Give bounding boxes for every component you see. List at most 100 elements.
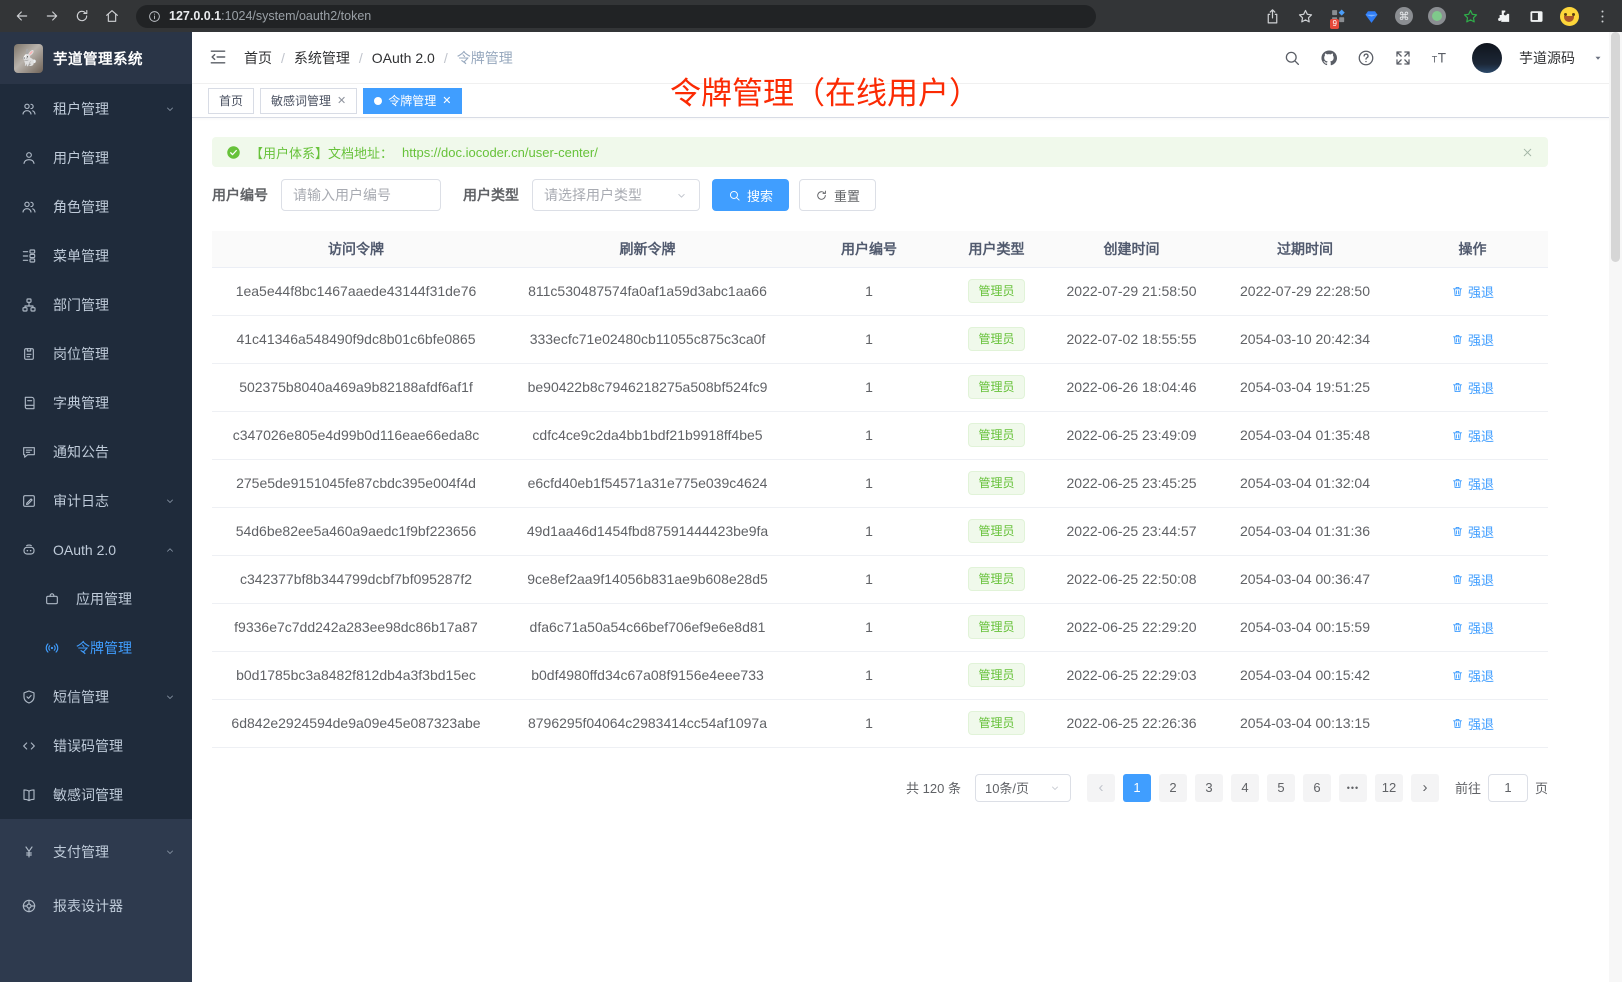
refresh-token-cell: cdfc4ce9c2da4bb1bdf21b9918ff4be5 bbox=[500, 411, 795, 459]
breadcrumb-separator: / bbox=[444, 50, 448, 66]
help-icon[interactable] bbox=[1355, 47, 1377, 69]
force-logout-button[interactable]: 强退 bbox=[1451, 714, 1494, 733]
tab-close-icon[interactable]: ✕ bbox=[337, 94, 346, 107]
app-logo[interactable]: 🐇 芋道管理系统 bbox=[0, 32, 192, 84]
star-extension-icon[interactable] bbox=[1460, 6, 1480, 26]
reset-button[interactable]: 重置 bbox=[799, 179, 876, 211]
sidebar-item-notice[interactable]: 通知公告 bbox=[0, 427, 192, 476]
gem-extension-icon[interactable] bbox=[1361, 6, 1381, 26]
extension-blocks-icon[interactable]: 9 bbox=[1328, 6, 1348, 26]
address-bar[interactable]: 127.0.0.1:1024/system/oauth2/token bbox=[136, 5, 1096, 28]
expire-time-cell: 2054-03-10 20:42:34 bbox=[1213, 315, 1397, 363]
sidebar-item-menu[interactable]: 菜单管理 bbox=[0, 231, 192, 280]
page-scrollbar[interactable] bbox=[1609, 32, 1622, 982]
breadcrumb-item[interactable]: 首页 bbox=[244, 48, 272, 68]
side-panel-icon[interactable] bbox=[1526, 6, 1546, 26]
user-type-cell: 管理员 bbox=[943, 699, 1050, 747]
site-info-icon[interactable] bbox=[148, 10, 161, 23]
sidebar-item-report-designer[interactable]: 报表设计器 bbox=[0, 879, 192, 933]
force-logout-button[interactable]: 强退 bbox=[1451, 666, 1494, 685]
page-button-5[interactable]: 5 bbox=[1267, 774, 1295, 802]
browser-reload-button[interactable] bbox=[70, 4, 94, 28]
token-icon bbox=[44, 640, 60, 656]
user-id-cell: 1 bbox=[795, 555, 943, 603]
force-logout-button[interactable]: 强退 bbox=[1451, 570, 1494, 589]
role-icon bbox=[21, 199, 37, 215]
table-row: 41c41346a548490f9dc8b01c6bfe0865333ecfc7… bbox=[212, 315, 1548, 363]
sidebar-item-audit-log[interactable]: 审计日志 bbox=[0, 476, 192, 525]
tab-令牌管理[interactable]: 令牌管理✕ bbox=[363, 88, 462, 114]
create-time-cell: 2022-06-26 18:04:46 bbox=[1050, 363, 1213, 411]
url-text: 127.0.0.1:1024/system/oauth2/token bbox=[169, 9, 371, 23]
user-avatar[interactable] bbox=[1472, 43, 1502, 73]
create-time-cell: 2022-06-25 22:26:36 bbox=[1050, 699, 1213, 747]
force-logout-button[interactable]: 强退 bbox=[1451, 378, 1494, 397]
sidebar-item-post[interactable]: 岗位管理 bbox=[0, 329, 192, 378]
command-extension-icon[interactable]: ⌘ bbox=[1394, 6, 1414, 26]
page-button-3[interactable]: 3 bbox=[1195, 774, 1223, 802]
font-size-icon[interactable]: TT bbox=[1429, 47, 1451, 69]
force-logout-button[interactable]: 强退 bbox=[1451, 522, 1494, 541]
sidebar-item-oauth[interactable]: OAuth 2.0 bbox=[0, 525, 192, 574]
user-type-badge: 管理员 bbox=[968, 663, 1024, 687]
sidebar-item-error-code[interactable]: 错误码管理 bbox=[0, 721, 192, 770]
table-row: 6d842e2924594de9a09e45e087323abe8796295f… bbox=[212, 699, 1548, 747]
prev-page-button[interactable]: ‹ bbox=[1087, 774, 1115, 802]
sidebar-item-sms[interactable]: 短信管理 bbox=[0, 672, 192, 721]
profile-avatar-icon[interactable] bbox=[1559, 6, 1579, 26]
page-button-2[interactable]: 2 bbox=[1159, 774, 1187, 802]
sidebar-item-oauth-token[interactable]: 令牌管理 bbox=[0, 623, 192, 672]
more-pages-button[interactable]: ••• bbox=[1339, 774, 1367, 802]
chevron-down-icon[interactable] bbox=[1592, 52, 1604, 64]
sidebar-item-dictionary[interactable]: 字典管理 bbox=[0, 378, 192, 427]
audit-log-icon bbox=[21, 493, 37, 509]
next-page-button[interactable]: › bbox=[1411, 774, 1439, 802]
sidebar-item-payment[interactable]: 支付管理 bbox=[0, 825, 192, 879]
force-logout-button[interactable]: 强退 bbox=[1451, 282, 1494, 301]
svg-text:T: T bbox=[1432, 54, 1438, 64]
sidebar-item-role[interactable]: 角色管理 bbox=[0, 182, 192, 231]
force-logout-button[interactable]: 强退 bbox=[1451, 426, 1494, 445]
sidebar-item-sensitive-word[interactable]: 敏感词管理 bbox=[0, 770, 192, 819]
page-button-6[interactable]: 6 bbox=[1303, 774, 1331, 802]
sidebar-item-department[interactable]: 部门管理 bbox=[0, 280, 192, 329]
doc-link[interactable]: https://doc.iocoder.cn/user-center/ bbox=[402, 145, 598, 160]
menu-tree-icon bbox=[21, 248, 37, 264]
breadcrumb-item[interactable]: OAuth 2.0 bbox=[372, 50, 435, 66]
breadcrumb-item[interactable]: 系统管理 bbox=[294, 48, 350, 68]
sidebar-fold-icon[interactable] bbox=[208, 47, 230, 69]
sidebar-item-oauth-app[interactable]: 应用管理 bbox=[0, 574, 192, 623]
tab-close-icon[interactable]: ✕ bbox=[442, 94, 451, 107]
recorder-extension-icon[interactable] bbox=[1427, 6, 1447, 26]
refresh-token-cell: b0df4980ffd34c67a08f9156e4eee733 bbox=[500, 651, 795, 699]
page-button-4[interactable]: 4 bbox=[1231, 774, 1259, 802]
share-icon[interactable] bbox=[1262, 6, 1282, 26]
force-logout-button[interactable]: 强退 bbox=[1451, 330, 1494, 349]
tab-首页[interactable]: 首页 bbox=[208, 88, 254, 114]
expire-time-cell: 2054-03-04 01:32:04 bbox=[1213, 459, 1397, 507]
sidebar-item-user[interactable]: 用户管理 bbox=[0, 133, 192, 182]
alert-close-icon[interactable] bbox=[1521, 146, 1534, 159]
page-button-12[interactable]: 12 bbox=[1375, 774, 1403, 802]
force-logout-button[interactable]: 强退 bbox=[1451, 618, 1494, 637]
user-type-select[interactable]: 请选择用户类型 bbox=[532, 179, 700, 211]
browser-back-button[interactable] bbox=[10, 4, 34, 28]
extensions-puzzle-icon[interactable] bbox=[1493, 6, 1513, 26]
scrollbar-thumb[interactable] bbox=[1611, 32, 1620, 262]
bookmark-star-icon[interactable] bbox=[1295, 6, 1315, 26]
force-logout-button[interactable]: 强退 bbox=[1451, 474, 1494, 493]
browser-forward-button[interactable] bbox=[40, 4, 64, 28]
browser-menu-icon[interactable] bbox=[1592, 6, 1612, 26]
search-button[interactable]: 搜索 bbox=[712, 179, 789, 211]
page-size-select[interactable]: 10条/页 bbox=[975, 774, 1071, 802]
search-icon[interactable] bbox=[1281, 47, 1303, 69]
tab-敏感词管理[interactable]: 敏感词管理✕ bbox=[260, 88, 357, 114]
github-icon[interactable] bbox=[1318, 47, 1340, 69]
page-button-1[interactable]: 1 bbox=[1123, 774, 1151, 802]
goto-page-input[interactable] bbox=[1488, 774, 1528, 802]
browser-home-button[interactable] bbox=[100, 4, 124, 28]
sidebar-item-label: OAuth 2.0 bbox=[53, 542, 116, 558]
user-id-input[interactable] bbox=[281, 179, 441, 211]
fullscreen-icon[interactable] bbox=[1392, 47, 1414, 69]
sidebar-item-tenant[interactable]: 租户管理 bbox=[0, 84, 192, 133]
